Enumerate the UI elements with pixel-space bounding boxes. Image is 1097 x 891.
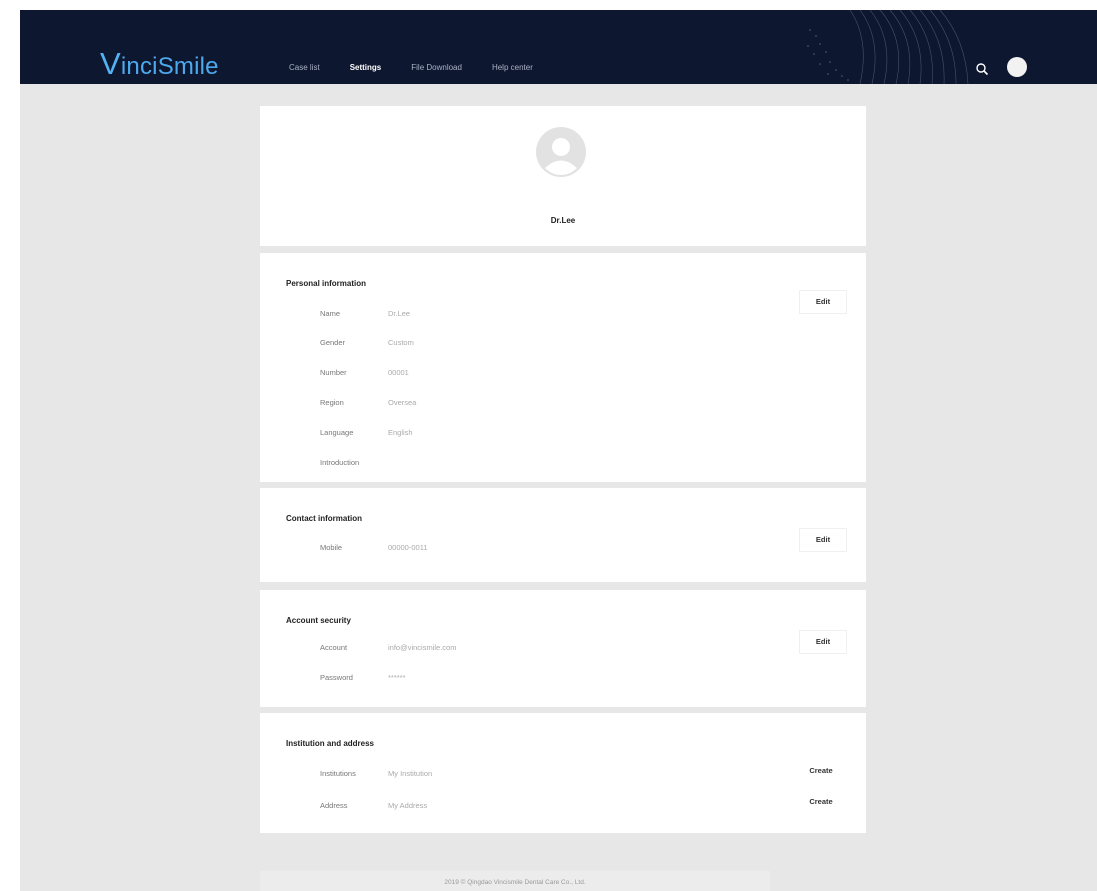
row-value: 00001 [388, 368, 409, 377]
row-value: English [388, 428, 413, 437]
row-value: 00000-0011 [388, 543, 428, 552]
edit-security-button[interactable]: Edit [799, 630, 847, 654]
account-security-card: Account security Edit Account info@vinci… [260, 590, 866, 707]
row-label: Introduction [320, 458, 360, 467]
contact-information-card: Contact information Edit Mobile 00000-00… [260, 488, 866, 582]
personal-information-card: Personal information Edit Name Dr.Lee Ge… [260, 253, 866, 482]
row-value: info@vincismile.com [388, 643, 457, 652]
create-institution-button[interactable]: Create [801, 764, 841, 778]
row-label: Language [320, 428, 354, 437]
edit-personal-button[interactable]: Edit [799, 290, 847, 314]
copyright-text: 2019 © Qingdao Vincismile Dental Care Co… [444, 879, 586, 886]
profile-name: Dr.Lee [550, 216, 576, 225]
row-label: Institutions [320, 769, 356, 778]
row-value: ****** [388, 673, 406, 682]
row-label: Region [320, 398, 344, 407]
section-title: Personal information [286, 279, 367, 288]
vincismile-logo[interactable]: VinciSmile [100, 46, 219, 82]
user-avatar[interactable] [1007, 57, 1027, 77]
profile-card: Dr.Lee [260, 106, 866, 246]
row-label: Account [320, 643, 348, 652]
nav-case-list[interactable]: Case list [289, 63, 320, 72]
edit-contact-button[interactable]: Edit [799, 528, 847, 552]
top-navigation-bar: VinciSmile Case list Settings File Downl… [20, 10, 1097, 84]
row-value: Dr.Lee [388, 309, 411, 318]
app-frame: VinciSmile Case list Settings File Downl… [20, 10, 1097, 891]
section-title: Account security [286, 616, 351, 625]
row-label: Mobile [320, 543, 343, 552]
row-label: Password [320, 673, 353, 682]
row-value: Oversea [388, 398, 417, 407]
row-label: Name [320, 309, 341, 318]
nav-file-download[interactable]: File Download [411, 63, 462, 72]
row-label: Gender [320, 338, 346, 347]
section-title: Contact information [286, 514, 362, 523]
nav-settings[interactable]: Settings [350, 63, 382, 72]
nav-help-center[interactable]: Help center [492, 63, 533, 72]
institution-address-card: Institution and address Institutions My … [260, 713, 866, 833]
row-label: Address [320, 801, 348, 810]
section-title: Institution and address [286, 739, 375, 748]
row-value[interactable]: My Institution [388, 769, 432, 778]
footer: 2019 © Qingdao Vincismile Dental Care Co… [260, 871, 770, 891]
row-value: Custom [388, 338, 414, 347]
row-label: Number [320, 368, 347, 377]
default-avatar-icon [536, 127, 586, 177]
decorative-dots-pattern [807, 10, 969, 84]
search-icon[interactable] [975, 62, 989, 76]
main-nav: Case list Settings File Download Help ce… [289, 63, 563, 72]
create-address-button[interactable]: Create [801, 795, 841, 809]
row-value[interactable]: My Address [388, 801, 427, 810]
